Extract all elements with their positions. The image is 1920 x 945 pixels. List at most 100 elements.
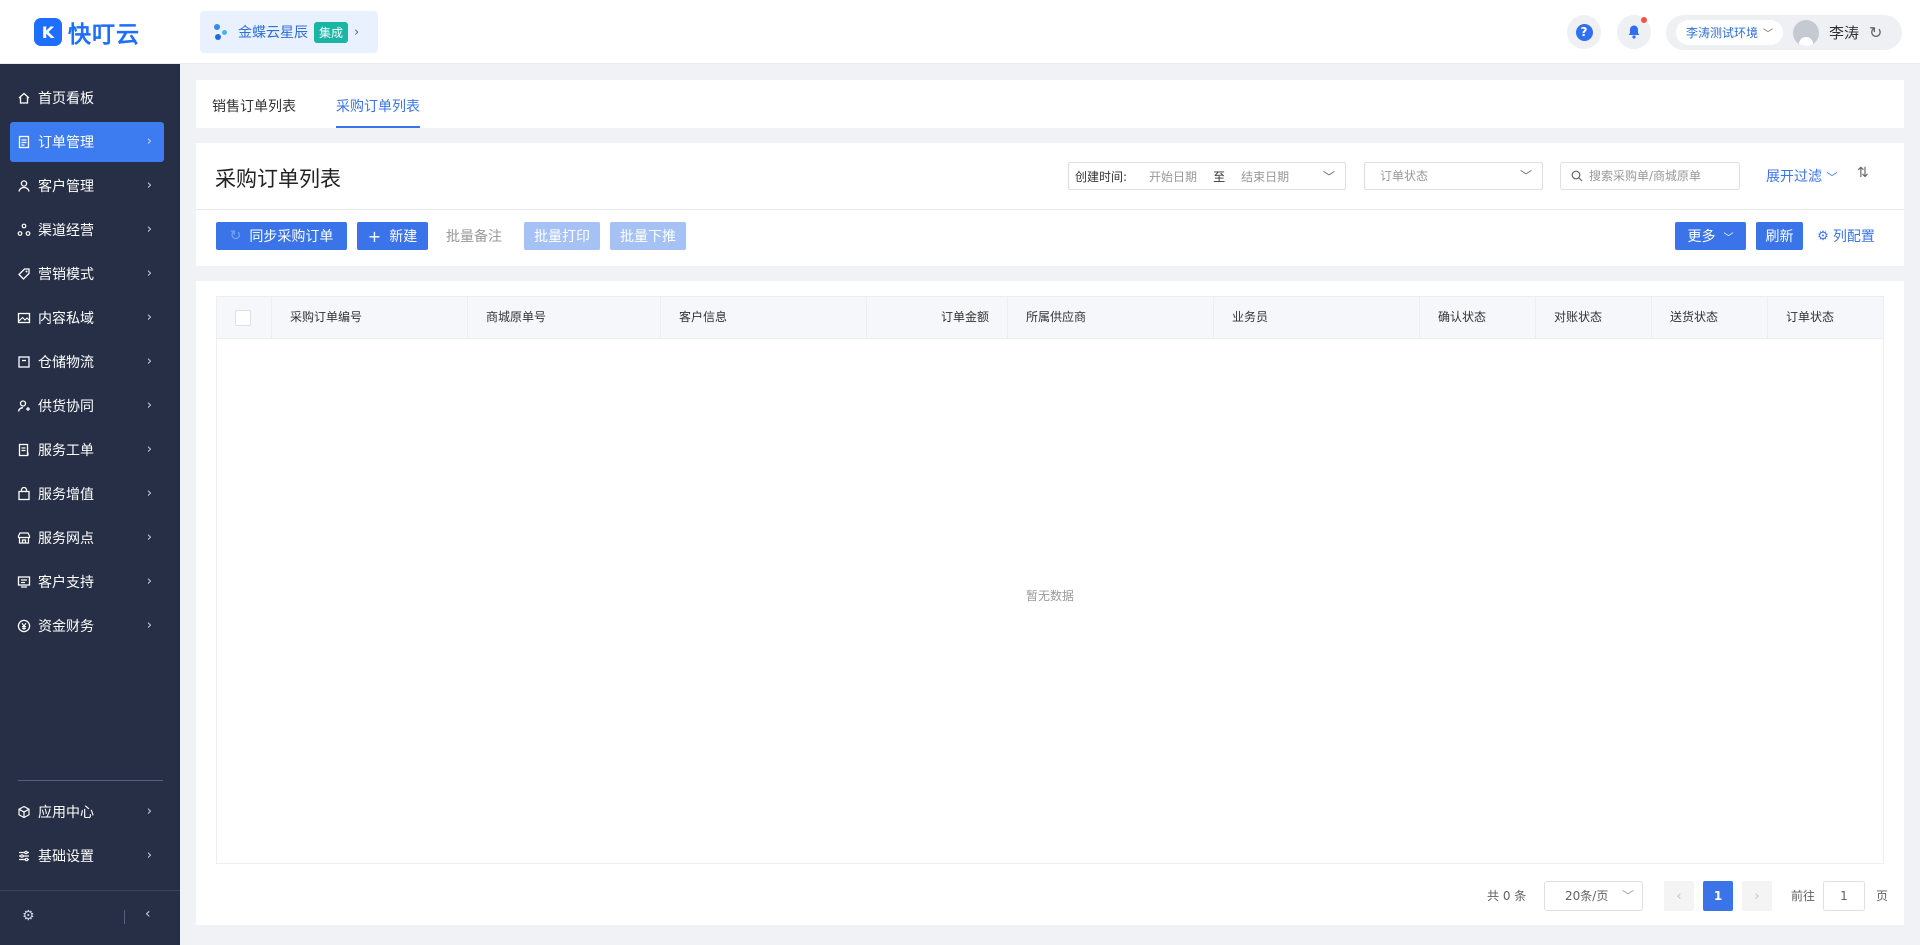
sidebar-item-basic-settings[interactable]: 基础设置 ›	[10, 836, 164, 876]
new-button[interactable]: + 新建	[357, 222, 428, 250]
sidebar-item-marketing[interactable]: 营销模式 ›	[10, 254, 164, 294]
help-button[interactable]: ?	[1567, 15, 1601, 49]
page-suffix: 页	[1876, 889, 1889, 903]
column-header-salesperson[interactable]: 业务员	[1214, 297, 1420, 338]
column-header-po-number[interactable]: 采购订单编号	[272, 297, 468, 338]
select-all-checkbox[interactable]	[235, 310, 251, 326]
start-date-input[interactable]: 开始日期	[1149, 168, 1197, 185]
chevron-right-icon: ›	[146, 398, 152, 413]
tab-bar: 销售订单列表 采购订单列表	[196, 80, 1904, 128]
column-header-reconcile-status[interactable]: 对账状态	[1536, 297, 1652, 338]
goto-label: 前往	[1791, 889, 1816, 903]
top-header: K 快叮云 金蝶云星辰 集成 › ? 李涛测试环境 ﹀ 李涛 ↻	[0, 0, 1920, 64]
prev-page-button[interactable]: ‹	[1664, 881, 1694, 911]
user-icon	[17, 179, 31, 193]
more-button-label: 更多	[1687, 229, 1716, 245]
batch-push-button[interactable]: 批量下推	[610, 222, 686, 250]
sidebar-item-orders[interactable]: 订单管理 ›	[10, 122, 164, 162]
chevron-right-icon: ›	[146, 804, 152, 819]
question-icon: ?	[1575, 23, 1593, 41]
sidebar-item-content[interactable]: 内容私域 ›	[10, 298, 164, 338]
column-header-supplier[interactable]: 所属供应商	[1008, 297, 1214, 338]
sidebar-item-label: 服务网点	[38, 531, 94, 547]
column-header-confirm-status[interactable]: 确认状态	[1420, 297, 1536, 338]
date-range-filter[interactable]: 创建时间: 开始日期 至 结束日期 ﹀	[1068, 162, 1346, 190]
integration-switcher[interactable]: 金蝶云星辰 集成 ›	[200, 11, 378, 53]
ticket-icon	[17, 443, 31, 457]
sidebar-item-label: 仓储物流	[38, 355, 94, 371]
order-status-placeholder: 订单状态	[1380, 169, 1429, 183]
sidebar-item-service-ticket[interactable]: 服务工单 ›	[10, 430, 164, 470]
notification-button[interactable]	[1617, 15, 1651, 49]
app-logo[interactable]: K 快叮云	[34, 18, 140, 48]
image-icon	[17, 311, 31, 325]
sidebar-item-support[interactable]: 客户支持 ›	[10, 562, 164, 602]
new-button-label: 新建	[389, 229, 418, 245]
orders-table: 采购订单编号 商城原单号 客户信息 订单金额 所属供应商 业务员 确认状态 对账…	[216, 296, 1884, 864]
sidebar-item-supply[interactable]: 供货协同 ›	[10, 386, 164, 426]
chevron-down-icon: ﹀	[1723, 232, 1734, 244]
expand-filter-button[interactable]: 展开过滤 ﹀	[1766, 166, 1837, 186]
more-button[interactable]: 更多 ﹀	[1675, 222, 1746, 250]
support-icon	[17, 575, 31, 589]
cube-icon	[17, 805, 31, 819]
sidebar-item-dashboard[interactable]: 首页看板	[10, 78, 164, 118]
sidebar-item-warehouse[interactable]: 仓储物流 ›	[10, 342, 164, 382]
gear-icon[interactable]: ⚙	[22, 908, 35, 924]
page-size-select[interactable]: 20条/页 ﹀	[1544, 881, 1643, 911]
page-number-current[interactable]: 1	[1703, 881, 1733, 911]
sidebar-item-label: 渠道经营	[38, 223, 94, 239]
chevron-right-icon: ›	[354, 24, 360, 40]
logo-text: 快叮云	[68, 22, 140, 48]
batch-note-button[interactable]: 批量备注	[438, 222, 510, 250]
sidebar-item-app-center[interactable]: 应用中心 ›	[10, 792, 164, 832]
chevron-down-icon: ﹀	[1826, 171, 1838, 184]
integration-icon	[212, 22, 230, 42]
chevron-down-icon: ﹀	[1621, 889, 1634, 903]
box-icon	[17, 355, 31, 369]
date-filter-label: 创建时间:	[1075, 169, 1128, 184]
user-name[interactable]: 李涛	[1829, 22, 1859, 43]
sidebar-item-channels[interactable]: 渠道经营 ›	[10, 210, 164, 250]
collapse-sidebar-icon[interactable]: ‹	[145, 906, 151, 922]
goto-page-input[interactable]: 1	[1823, 881, 1865, 911]
toolbar-divider	[196, 209, 1904, 210]
yen-icon	[17, 619, 31, 633]
search-box[interactable]	[1560, 162, 1740, 190]
column-header-order-status[interactable]: 订单状态	[1768, 297, 1883, 338]
sync-purchase-orders-button[interactable]: ↻ 同步采购订单	[216, 222, 347, 250]
column-config-button[interactable]: ⚙ 列配置	[1813, 222, 1879, 250]
home-icon	[17, 91, 31, 105]
chevron-down-icon: ﹀	[1519, 169, 1532, 183]
refresh-button[interactable]: 刷新	[1756, 222, 1803, 250]
integration-name: 金蝶云星辰	[238, 25, 308, 41]
sidebar-item-finance[interactable]: 资金财务 ›	[10, 606, 164, 646]
refresh-icon[interactable]: ↻	[1869, 23, 1882, 42]
column-header-delivery-status[interactable]: 送货状态	[1652, 297, 1768, 338]
chevron-right-icon: ›	[146, 848, 152, 863]
tab-purchase-orders[interactable]: 采购订单列表	[336, 96, 420, 128]
sidebar-item-label: 营销模式	[38, 267, 94, 283]
next-page-button[interactable]: ›	[1742, 881, 1772, 911]
bell-icon	[1628, 25, 1640, 39]
table-card: 采购订单编号 商城原单号 客户信息 订单金额 所属供应商 业务员 确认状态 对账…	[196, 281, 1904, 925]
sync-button-label: 同步采购订单	[249, 229, 334, 245]
batch-print-button[interactable]: 批量打印	[524, 222, 600, 250]
chevron-right-icon: ›	[146, 310, 152, 325]
sidebar-item-service-value[interactable]: 服务增值 ›	[10, 474, 164, 514]
environment-selector[interactable]: 李涛测试环境 ﹀	[1676, 20, 1784, 45]
tab-sales-orders[interactable]: 销售订单列表	[212, 96, 296, 128]
column-header-order-amount[interactable]: 订单金额	[867, 297, 1008, 338]
avatar[interactable]	[1793, 19, 1820, 46]
sidebar-item-customers[interactable]: 客户管理 ›	[10, 166, 164, 206]
sidebar-item-service-points[interactable]: 服务网点 ›	[10, 518, 164, 558]
order-status-select[interactable]: 订单状态 ﹀	[1364, 162, 1543, 190]
chevron-right-icon: ›	[146, 222, 152, 237]
empty-state-text: 暂无数据	[1025, 589, 1074, 603]
column-header-mall-order-number[interactable]: 商城原单号	[468, 297, 661, 338]
search-input[interactable]	[1589, 169, 1729, 183]
sort-icon[interactable]: ⇅	[1857, 165, 1869, 181]
column-header-customer-info[interactable]: 客户信息	[661, 297, 867, 338]
chevron-right-icon: ›	[146, 266, 152, 281]
end-date-input[interactable]: 结束日期	[1241, 168, 1289, 185]
